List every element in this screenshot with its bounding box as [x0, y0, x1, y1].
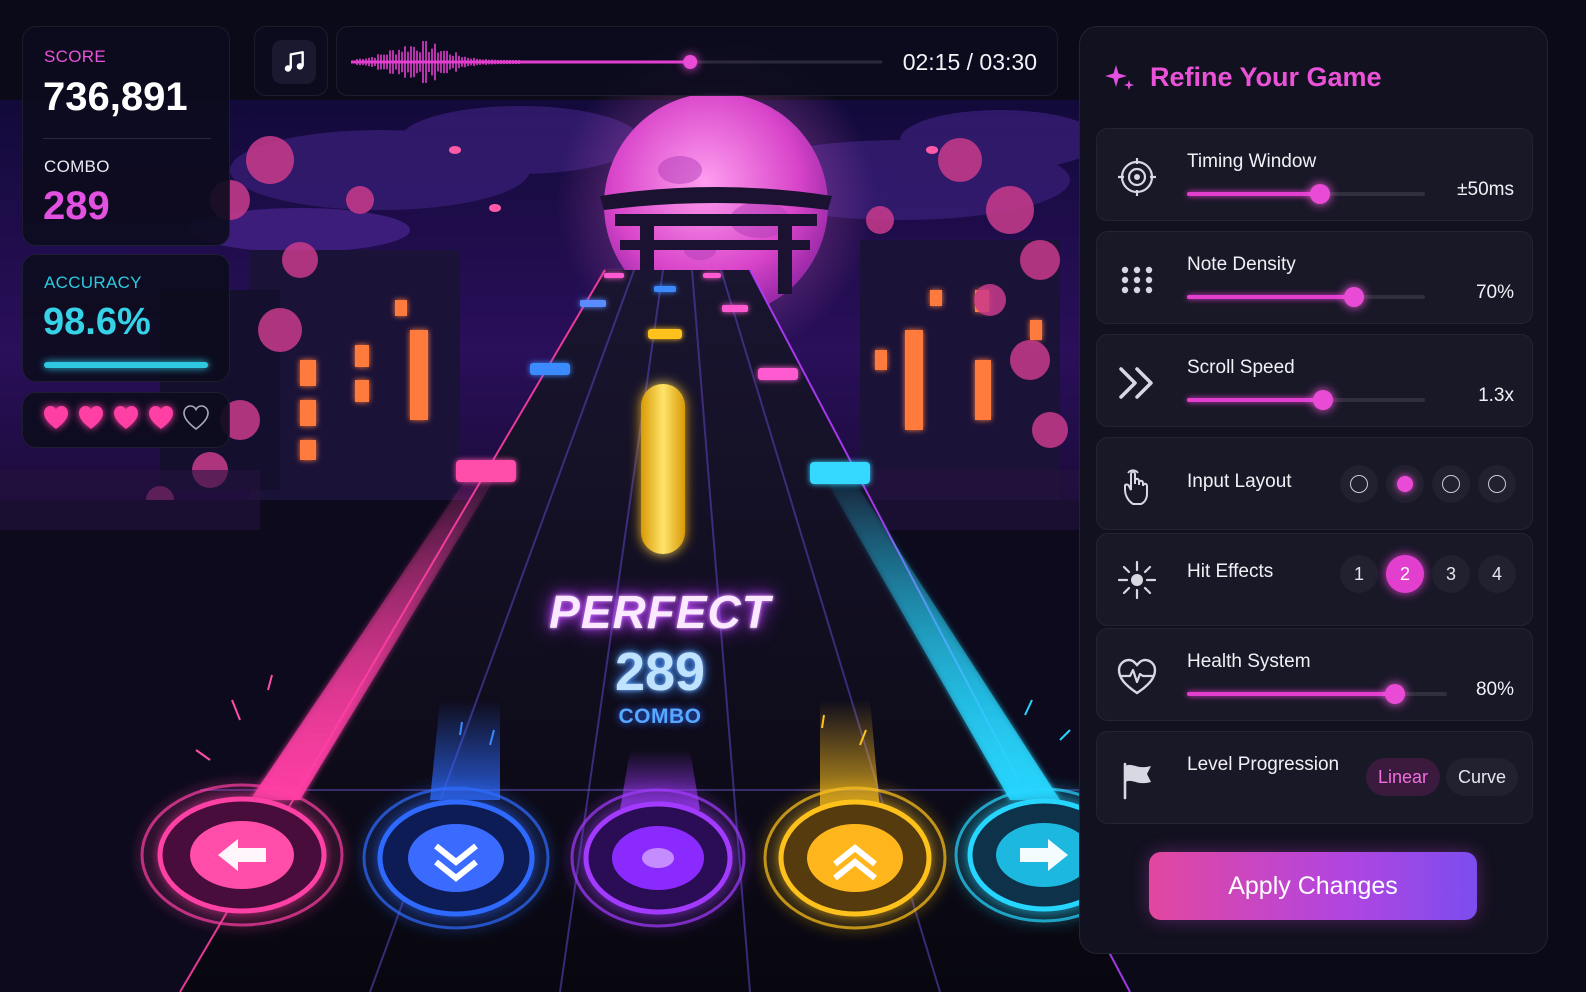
- track-scrubber-knob[interactable]: [683, 55, 698, 69]
- setting-timing-window: Timing Window ±50ms: [1096, 128, 1533, 221]
- apply-changes-button[interactable]: Apply Changes: [1149, 852, 1477, 920]
- timing-window-label: Timing Window: [1187, 151, 1317, 172]
- setting-health-system: Health System 80%: [1096, 628, 1533, 721]
- timing-window-value: ±50ms: [1457, 179, 1514, 200]
- settings-panel: Refine Your Game Timing Window ±50ms Not…: [1079, 26, 1548, 954]
- level-progression-linear-button[interactable]: Linear: [1365, 758, 1440, 796]
- beam-purple: [620, 750, 700, 810]
- level-progression-toggle: Linear Curve: [1365, 758, 1518, 796]
- heart-full-icon: [44, 406, 68, 429]
- heart-full-icon: [149, 406, 173, 429]
- scroll-speed-value: 1.3x: [1478, 385, 1514, 406]
- note-magenta: [758, 368, 798, 380]
- flag-icon: [1123, 762, 1151, 800]
- input-layout-radio-1[interactable]: [1340, 465, 1378, 503]
- input-layout-radio-3[interactable]: [1432, 465, 1470, 503]
- note-yellow-small: [648, 329, 682, 339]
- setting-hit-effects: Hit Effects 1234: [1096, 533, 1533, 626]
- health-system-value: 80%: [1475, 679, 1514, 700]
- note-density-label: Note Density: [1187, 254, 1296, 275]
- note-density-slider[interactable]: [1187, 287, 1425, 307]
- timing-window-slider-knob[interactable]: [1310, 184, 1331, 204]
- score-label: SCORE: [44, 47, 106, 66]
- pad-left: [140, 783, 344, 927]
- heart-empty-icon: [183, 405, 209, 431]
- pad-up: [763, 786, 947, 930]
- judgement-word: PERFECT: [549, 586, 771, 638]
- setting-level-progression: Level Progression Linear Curve: [1096, 731, 1533, 824]
- note-density-slider-knob[interactable]: [1343, 287, 1364, 307]
- lives-panel: [22, 392, 230, 448]
- pad-center: [570, 788, 746, 928]
- track-progress-bar: 02:15 / 03:30: [336, 26, 1058, 96]
- setting-input-layout: Input Layout: [1096, 437, 1533, 530]
- hit-effects-option-1[interactable]: 1: [1340, 555, 1378, 593]
- judgement-combo: 289: [614, 642, 706, 702]
- input-layout-radio-4[interactable]: [1478, 465, 1516, 503]
- combo-value: 289: [43, 184, 110, 228]
- waveform-scrubber[interactable]: [351, 27, 911, 97]
- scroll-speed-slider[interactable]: [1187, 390, 1425, 410]
- hit-effects-option-2[interactable]: 2: [1386, 555, 1424, 593]
- hit-effects-option-4[interactable]: 4: [1478, 555, 1516, 593]
- note-density-value: 70%: [1475, 282, 1514, 303]
- judgement-display: PERFECT 289 COMBO: [480, 585, 840, 729]
- scroll-speed-slider-knob[interactable]: [1312, 390, 1333, 410]
- hit-effects-options: 1234: [1340, 555, 1516, 593]
- sparkle-icon: [1105, 65, 1134, 90]
- double-chevron-icon: [1119, 367, 1153, 399]
- accuracy-value: 98.6%: [43, 301, 151, 343]
- track-time: 02:15 / 03:30: [902, 49, 1037, 75]
- input-layout-options: [1340, 465, 1516, 503]
- panel-title: Refine Your Game: [1150, 61, 1382, 92]
- score-panel: SCORE 736,891 COMBO 289: [22, 26, 230, 246]
- accuracy-bar: [44, 362, 210, 368]
- health-system-slider[interactable]: [1187, 684, 1447, 704]
- health-system-label: Health System: [1187, 651, 1311, 672]
- heart-full-icon: [114, 406, 138, 429]
- note-blue: [530, 363, 570, 375]
- setting-note-density: Note Density 70%: [1096, 231, 1533, 324]
- combo-label: COMBO: [44, 157, 110, 176]
- scroll-speed-label: Scroll Speed: [1187, 357, 1295, 378]
- tap-hand-icon: [1124, 469, 1148, 505]
- pad-down: [362, 786, 550, 930]
- note-pink: [456, 460, 516, 482]
- health-system-slider-knob[interactable]: [1385, 684, 1405, 704]
- score-divider: [43, 138, 211, 139]
- note-cyan: [810, 462, 870, 484]
- music-button[interactable]: [254, 26, 328, 96]
- music-button-inner: [272, 40, 316, 84]
- hold-note: [641, 384, 685, 554]
- music-note-icon: [284, 51, 304, 72]
- hit-effects-option-3[interactable]: 3: [1432, 555, 1470, 593]
- setting-scroll-speed: Scroll Speed 1.3x: [1096, 334, 1533, 427]
- waveform: [356, 41, 520, 83]
- lives-hearts: [42, 404, 210, 432]
- level-progression-curve-button[interactable]: Curve: [1445, 758, 1518, 796]
- heartbeat-icon: [1117, 658, 1157, 695]
- timing-window-slider[interactable]: [1187, 184, 1425, 204]
- hit-effects-label: Hit Effects: [1187, 561, 1274, 582]
- accuracy-bar-fill: [44, 362, 208, 368]
- target-icon: [1118, 158, 1156, 196]
- judgement-combo-label: COMBO: [618, 705, 702, 728]
- input-layout-label: Input Layout: [1187, 471, 1292, 492]
- heart-full-icon: [79, 406, 103, 429]
- accuracy-panel: ACCURACY 98.6%: [22, 254, 230, 382]
- level-progression-label: Level Progression: [1187, 754, 1340, 775]
- panel-header: Refine Your Game: [1104, 61, 1382, 93]
- input-layout-radio-2[interactable]: [1386, 465, 1424, 503]
- score-value: 736,891: [43, 75, 188, 119]
- accuracy-label: ACCURACY: [44, 273, 142, 292]
- dots-grid-icon: [1121, 266, 1153, 294]
- sparkle-burst-icon: [1117, 560, 1157, 600]
